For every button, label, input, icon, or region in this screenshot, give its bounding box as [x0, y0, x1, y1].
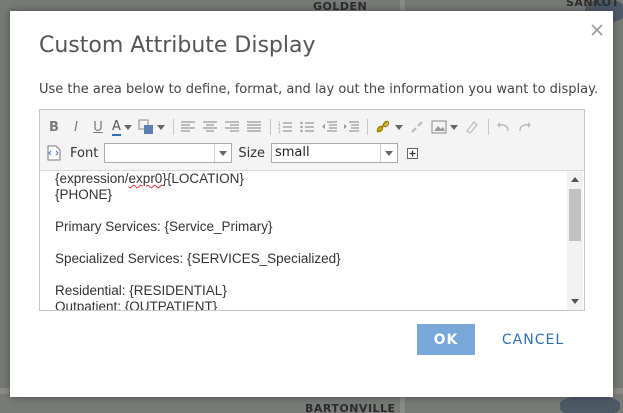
cancel-button[interactable]: CANCEL: [494, 324, 572, 355]
align-right-button[interactable]: [224, 117, 240, 137]
plus-box-icon: [406, 147, 418, 159]
dialog-instructions: Use the area below to define, format, an…: [39, 82, 599, 97]
content-line-primary-services: Primary Services: {Service_Primary}: [55, 219, 273, 234]
toolbar-separator: [366, 119, 368, 135]
font-color-icon: A: [112, 118, 121, 136]
svg-text:3: 3: [278, 129, 281, 133]
content-line-phone: {PHONE}: [55, 187, 113, 202]
redo-button[interactable]: [517, 117, 533, 137]
size-label: Size: [238, 145, 265, 161]
toolbar-separator: [269, 119, 271, 135]
unlink-button[interactable]: [409, 117, 425, 137]
editor-scrollbar[interactable]: [567, 171, 583, 310]
insert-image-button[interactable]: [431, 117, 458, 137]
toolbar-row-format: B I U A 1 2 3: [46, 116, 539, 138]
link-icon: [376, 120, 390, 133]
content-line-specialized-services: Specialized Services: {SERVICES_Speciali…: [55, 251, 341, 266]
scroll-down-icon[interactable]: [571, 299, 579, 304]
dialog-title: Custom Attribute Display: [39, 33, 316, 58]
numbered-list-icon: 123: [278, 121, 292, 133]
highlight-icon: [138, 119, 153, 134]
size-select-value: small: [275, 145, 310, 160]
undo-button[interactable]: [495, 117, 511, 137]
align-center-icon: [202, 121, 217, 132]
clear-format-button[interactable]: [464, 117, 480, 137]
chevron-down-icon: [449, 124, 458, 130]
chevron-down-icon: [156, 124, 165, 130]
font-color-button[interactable]: A: [112, 117, 132, 137]
bold-button[interactable]: B: [46, 117, 62, 137]
size-select[interactable]: small: [271, 143, 398, 163]
rich-text-editor: B I U A 1 2 3 Font Size small {expressio…: [39, 109, 585, 311]
image-icon: [431, 120, 447, 134]
undo-icon: [496, 122, 509, 132]
indent-button[interactable]: [343, 117, 359, 137]
content-line-residential: Residential: {RESIDENTIAL}: [55, 283, 227, 298]
map-label-sankot: SANKOT: [566, 0, 620, 9]
map-water: [560, 396, 620, 413]
ok-button[interactable]: OK: [417, 324, 475, 355]
font-select[interactable]: [104, 143, 233, 163]
align-left-icon: [180, 121, 195, 132]
align-center-button[interactable]: [202, 117, 218, 137]
close-icon[interactable]: [587, 20, 607, 40]
indent-icon: [343, 121, 359, 132]
expression-prefix: {expression/: [55, 171, 129, 186]
editor-toolbar: B I U A 1 2 3 Font Size small: [40, 110, 584, 171]
content-blank: [55, 235, 566, 251]
underline-button[interactable]: U: [90, 117, 106, 137]
align-justify-button[interactable]: [246, 117, 262, 137]
spellcheck-word: expr0: [128, 171, 163, 186]
content-blank: [55, 203, 566, 219]
content-blank: [55, 267, 566, 283]
italic-button[interactable]: I: [68, 117, 84, 137]
bullet-list-icon: [300, 121, 314, 133]
insert-link-button[interactable]: [374, 117, 403, 137]
scroll-up-icon[interactable]: [571, 177, 579, 182]
font-label: Font: [70, 145, 99, 161]
map-label-bartonville: BARTONVILLE: [305, 402, 396, 413]
align-left-button[interactable]: [180, 117, 196, 137]
redo-icon: [519, 122, 531, 132]
expression-suffix: }{LOCATION}: [162, 171, 244, 186]
chevron-down-icon: [394, 124, 403, 130]
toolbar-row-font: Font Size small: [46, 142, 426, 164]
custom-attribute-dialog: Custom Attribute Display Use the area be…: [10, 11, 613, 397]
chevron-down-icon: [214, 144, 231, 162]
numbered-list-button[interactable]: 123: [277, 117, 293, 137]
chevron-down-icon: [380, 144, 397, 162]
content-line-expression: {expression/expr0}{LOCATION}: [55, 171, 566, 187]
toolbar-separator: [487, 119, 489, 135]
chevron-down-icon: [123, 124, 132, 130]
scrollbar-thumb[interactable]: [569, 189, 581, 241]
font-select-value: [105, 144, 214, 162]
outdent-button[interactable]: [321, 117, 337, 137]
align-justify-icon: [246, 121, 261, 132]
source-button[interactable]: [46, 143, 62, 163]
highlight-color-button[interactable]: [138, 117, 165, 137]
bullet-list-button[interactable]: [299, 117, 315, 137]
toolbar-separator: [172, 119, 174, 135]
eraser-icon: [466, 121, 478, 134]
unlink-icon: [411, 121, 423, 133]
insert-field-button[interactable]: [404, 143, 420, 163]
document-icon: [47, 145, 61, 161]
align-right-icon: [224, 121, 239, 132]
content-line-outpatient: Outpatient: {OUTPATIENT}: [55, 299, 218, 310]
editor-content[interactable]: {expression/expr0}{LOCATION} {PHONE} Pri…: [40, 171, 566, 310]
outdent-icon: [321, 121, 337, 132]
